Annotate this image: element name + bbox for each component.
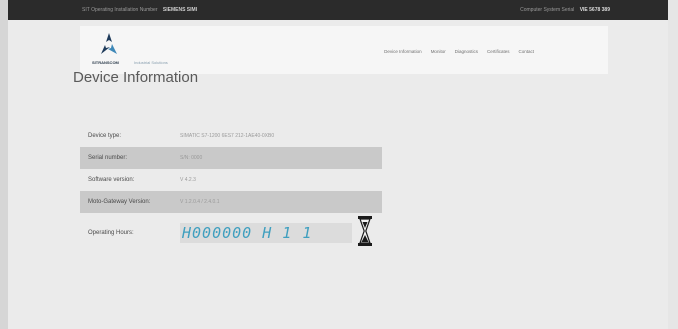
- table-row: Moto-Gateway Version: V 1.2.0.4 / 2.4.0.…: [80, 191, 382, 213]
- row-label: Device type:: [88, 133, 122, 139]
- brand-subtitle: Industrial Solutions: [134, 60, 168, 65]
- row-value: V 4.2.3: [180, 177, 196, 183]
- window-frame-right: [668, 0, 678, 329]
- table-row: Software version: V 4.2.3: [80, 169, 382, 191]
- row-label: Software version:: [88, 177, 135, 183]
- window-frame-left: [0, 0, 8, 329]
- top-status-bar: SIT Operating Installation Number SIEMEN…: [8, 0, 668, 20]
- nav-item-diagnostics[interactable]: Diagnostics: [455, 49, 478, 54]
- row-label: Moto-Gateway Version:: [88, 199, 151, 205]
- topbar-right-info: Computer System Serial VIE 5678 389: [520, 7, 610, 13]
- operating-hours-row: Operating Hours: H000000 H 1 1: [80, 222, 382, 244]
- topbar-left-text: SIT Operating Installation Number: [82, 7, 158, 13]
- nav-item-device-information[interactable]: Device Information: [384, 49, 422, 54]
- nav-item-monitor[interactable]: Monitor: [431, 49, 446, 54]
- site-header: SITRANSCOM Industrial Solutions Device I…: [80, 26, 608, 74]
- device-info-table: Device type: SIMATIC S7-1200 6ES7 212-1A…: [80, 125, 382, 213]
- tri-arrow-logo-icon: [101, 33, 117, 54]
- table-row: Serial number: S/N: 0000: [80, 147, 382, 169]
- row-label: Serial number:: [88, 155, 128, 161]
- brand-logo[interactable]: SITRANSCOM Industrial Solutions: [92, 32, 202, 68]
- topbar-right-value: VIE 5678 389: [579, 7, 610, 13]
- row-value: V 1.2.0.4 / 2.4.0.1: [180, 199, 220, 205]
- row-value: S/N: 0000: [180, 155, 203, 161]
- page-title: Device Information: [73, 69, 199, 86]
- row-value: SIMATIC S7-1200 6ES7 212-1AE40-0XB0: [180, 133, 275, 139]
- hourglass-icon: [358, 216, 372, 246]
- brand-name: SITRANSCOM: [92, 60, 119, 65]
- topbar-left-info: SIT Operating Installation Number SIEMEN…: [82, 7, 197, 13]
- topbar-left-value: SIEMENS SIMI: [162, 7, 198, 13]
- table-row: Device type: SIMATIC S7-1200 6ES7 212-1A…: [80, 125, 382, 147]
- operating-hours-display: H000000 H 1 1: [180, 223, 352, 243]
- nav-item-certificates[interactable]: Certificates: [487, 49, 510, 54]
- main-navigation: Device Information Monitor Diagnostics C…: [384, 49, 534, 54]
- operating-hours-label: Operating Hours:: [88, 230, 134, 236]
- topbar-right-text: Computer System Serial: [520, 7, 575, 13]
- nav-item-contact[interactable]: Contact: [518, 49, 534, 54]
